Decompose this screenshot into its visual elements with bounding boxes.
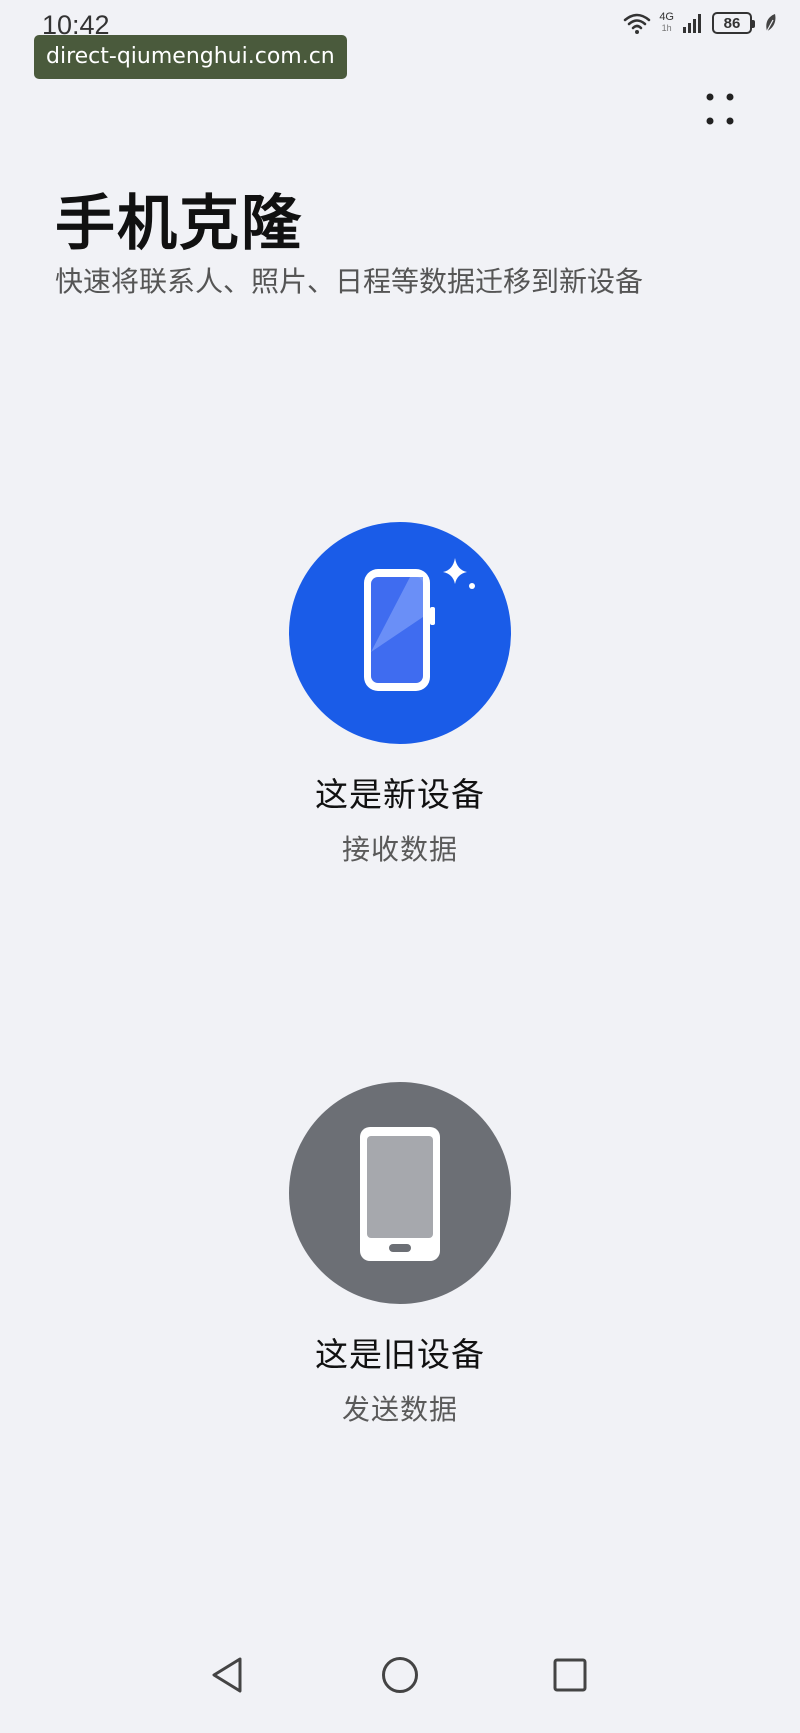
network-type: 4G 1h bbox=[659, 12, 674, 34]
battery-level: 86 bbox=[723, 14, 741, 32]
leaf-icon bbox=[766, 14, 776, 32]
battery-icon: 86 bbox=[712, 12, 755, 34]
recents-icon bbox=[553, 1658, 587, 1692]
nav-recents-button[interactable] bbox=[540, 1645, 600, 1705]
page-title: 手机克隆 bbox=[55, 189, 303, 259]
more-icon bbox=[706, 93, 734, 125]
wifi-icon bbox=[624, 13, 651, 34]
new-device-option[interactable]: 这是新设备 接收数据 bbox=[250, 522, 550, 868]
watermark-badge: direct-qiumenghui.com.cn bbox=[34, 35, 347, 79]
network-label: 4G bbox=[659, 11, 674, 23]
old-device-subtitle: 发送数据 bbox=[341, 1393, 458, 1426]
status-icons: 4G 1h 86 bbox=[623, 12, 778, 34]
old-device-title: 这是旧设备 bbox=[315, 1335, 485, 1374]
signal-icon bbox=[683, 14, 701, 33]
old-device-option[interactable]: 这是旧设备 发送数据 bbox=[250, 1082, 550, 1428]
old-phone-icon bbox=[360, 1127, 440, 1261]
new-device-circle[interactable] bbox=[289, 522, 511, 744]
new-phone-icon bbox=[364, 558, 475, 691]
phone-clone-screen: 10:42 4G 1h 86 direct-qiumenghui.com.cn … bbox=[0, 0, 800, 1733]
page-subtitle: 快速将联系人、照片、日程等数据迁移到新设备 bbox=[55, 265, 644, 298]
nav-back-button[interactable] bbox=[198, 1645, 258, 1705]
network-sub: 1h bbox=[661, 23, 672, 33]
navigation-bar bbox=[0, 1645, 800, 1733]
old-device-circle[interactable] bbox=[289, 1082, 511, 1304]
new-device-title: 这是新设备 bbox=[315, 775, 485, 814]
new-device-subtitle: 接收数据 bbox=[341, 833, 458, 866]
home-icon bbox=[382, 1657, 418, 1693]
back-icon bbox=[212, 1657, 242, 1693]
more-options-button[interactable] bbox=[690, 86, 750, 132]
nav-home-button[interactable] bbox=[370, 1645, 430, 1705]
